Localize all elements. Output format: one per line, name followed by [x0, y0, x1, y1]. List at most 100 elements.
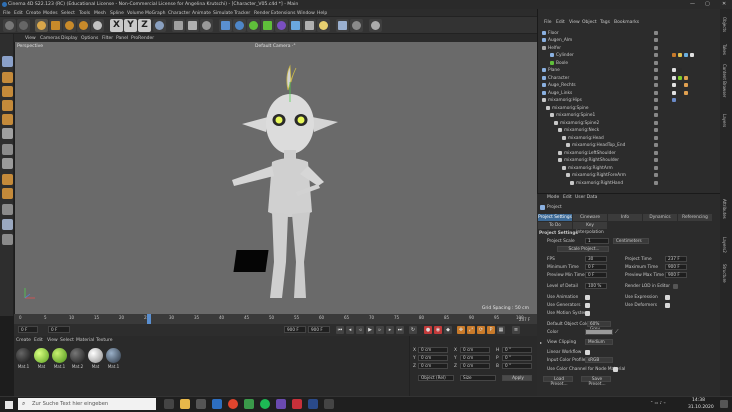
- pen-button[interactable]: [233, 19, 246, 32]
- next-frame-button[interactable]: ▹: [376, 326, 384, 334]
- visibility-dot[interactable]: [654, 120, 658, 125]
- mail-icon[interactable]: [212, 399, 222, 409]
- tab-project-settings[interactable]: Project Settings: [538, 214, 572, 221]
- object-row[interactable]: Floor: [538, 29, 721, 37]
- viewport-solo-button[interactable]: [1, 219, 13, 230]
- object-row[interactable]: Cylinder: [538, 52, 721, 60]
- object-row[interactable]: mixamorig:LeftShoulder: [538, 149, 721, 157]
- viewport-menu-view[interactable]: View: [25, 36, 36, 41]
- light-button[interactable]: [317, 19, 330, 32]
- app-icon-red[interactable]: [292, 399, 302, 409]
- linear-workflow-checkbox[interactable]: [585, 350, 590, 355]
- app-icon-dark[interactable]: [324, 399, 334, 409]
- render-lod-checkbox[interactable]: [673, 284, 678, 289]
- live-select-button[interactable]: [35, 19, 48, 32]
- menu-mesh[interactable]: Mesh: [94, 11, 106, 16]
- polygon-button[interactable]: [350, 19, 363, 32]
- store-icon[interactable]: [196, 399, 206, 409]
- axis-mode-button[interactable]: [1, 234, 13, 245]
- object-row[interactable]: Auge_Links: [538, 89, 721, 97]
- menu-mograph[interactable]: MoGraph: [145, 11, 165, 16]
- visibility-dot[interactable]: [654, 60, 658, 65]
- object-menu-view[interactable]: View: [569, 20, 580, 25]
- minimize-button[interactable]: —: [690, 1, 695, 7]
- tag-icon[interactable]: [678, 53, 682, 57]
- array-button[interactable]: [261, 19, 274, 32]
- tag-icon[interactable]: [672, 68, 676, 72]
- object-row[interactable]: mixamorig:RightHand: [538, 179, 721, 187]
- tag-icon[interactable]: [678, 83, 682, 87]
- tag-icon[interactable]: [678, 90, 682, 95]
- visibility-dot[interactable]: [654, 165, 658, 170]
- visibility-dot[interactable]: [654, 180, 658, 185]
- close-button[interactable]: ✕: [722, 1, 726, 7]
- menu-modes[interactable]: Modes: [43, 11, 58, 16]
- tab-cineware[interactable]: Cineware: [573, 214, 607, 221]
- viewport-menu-options[interactable]: Options: [81, 36, 98, 41]
- visibility-dot[interactable]: [654, 135, 658, 140]
- use-deformers-checkbox[interactable]: [665, 303, 670, 308]
- material-swatch[interactable]: [34, 348, 49, 363]
- apply-button[interactable]: Apply: [502, 375, 532, 381]
- viewport-menu-filter[interactable]: Filter: [102, 36, 113, 41]
- object-menu-object[interactable]: Object: [582, 20, 597, 25]
- menu-file[interactable]: File: [3, 11, 11, 16]
- material-menu-texture[interactable]: Texture: [96, 338, 112, 343]
- task-view-icon[interactable]: [164, 399, 174, 409]
- app-icon-purple[interactable]: [276, 399, 286, 409]
- coord-rot-p[interactable]: 0 °: [502, 355, 532, 361]
- menu-render[interactable]: Render: [254, 11, 270, 16]
- viewport-camera[interactable]: Default Camera ·°: [255, 44, 296, 49]
- coord-rot-h[interactable]: 0 °: [502, 347, 532, 353]
- object-row[interactable]: mixamorig:Spine: [538, 104, 721, 112]
- prev-frame-button[interactable]: ◃: [356, 326, 364, 334]
- bend-button[interactable]: [275, 19, 288, 32]
- key-rot-button[interactable]: ⟳: [477, 326, 485, 334]
- menu-create[interactable]: Create: [26, 11, 41, 16]
- menu-simulate[interactable]: Simulate: [213, 11, 233, 16]
- max-time-field[interactable]: 900 F: [665, 264, 687, 270]
- key-param-button[interactable]: P: [487, 326, 495, 334]
- current-frame-field[interactable]: 0 F: [48, 326, 70, 333]
- tab-dynamics[interactable]: Dynamics: [643, 214, 677, 221]
- floor-button[interactable]: [289, 19, 302, 32]
- material-menu-material[interactable]: Material: [76, 338, 94, 343]
- side-tab-objects[interactable]: Objects: [722, 17, 727, 32]
- side-tab-structure[interactable]: Structure: [722, 264, 727, 283]
- next-key-button[interactable]: ▸: [386, 326, 394, 334]
- start-frame-field[interactable]: 0 F: [18, 326, 38, 333]
- visibility-dot[interactable]: [654, 53, 658, 57]
- side-tab-takes[interactable]: Takes: [722, 44, 727, 55]
- menu-extensions[interactable]: Extensions: [271, 11, 295, 16]
- locked-workplane-button[interactable]: [1, 188, 13, 199]
- render-view-button[interactable]: [172, 19, 185, 32]
- move-button[interactable]: [49, 19, 62, 32]
- attr-menu-edit[interactable]: Edit: [563, 195, 572, 200]
- project-scale-unit-select[interactable]: Centimeters: [613, 238, 649, 244]
- visibility-dot[interactable]: [654, 150, 658, 155]
- fps-field[interactable]: 30: [585, 256, 607, 262]
- material-swatch[interactable]: [16, 348, 31, 363]
- visibility-dot[interactable]: [654, 143, 658, 147]
- default-color-select[interactable]: 60% Grey: [587, 321, 611, 330]
- side-tab-layers-2[interactable]: Layers2: [722, 237, 727, 253]
- go-start-button[interactable]: ⏮: [336, 326, 344, 334]
- object-menu-tags[interactable]: Tags: [600, 20, 610, 25]
- snap-enable-button[interactable]: [1, 174, 13, 185]
- lod-field[interactable]: 100 %: [585, 283, 607, 289]
- undo-button[interactable]: [3, 19, 16, 32]
- tag-icon[interactable]: [672, 90, 676, 95]
- make-editable-button[interactable]: [1, 56, 13, 67]
- go-end-button[interactable]: ⏭: [396, 326, 404, 334]
- taskbar-search[interactable]: ⌕ Zur Suche Text hier eingeben: [18, 398, 156, 410]
- tag-icon[interactable]: [690, 53, 694, 57]
- tag-icon[interactable]: [684, 83, 688, 87]
- material-swatch[interactable]: [70, 348, 85, 363]
- object-row[interactable]: Character: [538, 74, 721, 82]
- subdivision-button[interactable]: [247, 19, 260, 32]
- tag-icon[interactable]: [672, 53, 676, 57]
- tab-info[interactable]: Info: [608, 214, 642, 221]
- playhead[interactable]: [147, 314, 151, 324]
- color-swatch[interactable]: [585, 329, 613, 335]
- use-expression-checkbox[interactable]: [665, 295, 670, 300]
